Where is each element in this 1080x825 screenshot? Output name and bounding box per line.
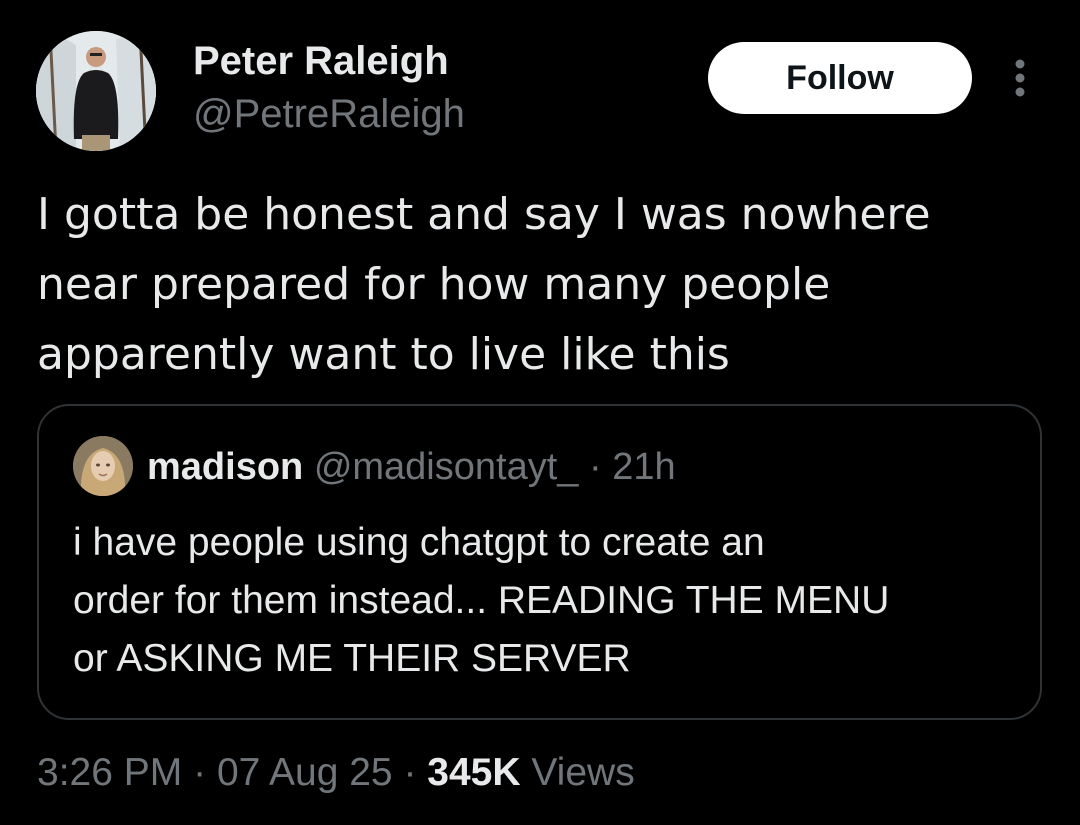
quote-text: i have people using chatgpt to create an… xyxy=(73,514,889,688)
meta-separator: · xyxy=(193,751,207,794)
author-name[interactable]: Peter Raleigh xyxy=(193,38,449,84)
tweet-time[interactable]: 3:26 PM xyxy=(37,751,182,794)
tweet-text: I gotta be honest and say I was nowhere … xyxy=(37,180,1047,390)
quote-header: madison @madisontayt_ · 21h xyxy=(147,444,676,490)
views-label: Views xyxy=(531,751,635,794)
quote-text-line: or ASKING ME THEIR SERVER xyxy=(73,637,631,680)
quote-text-line: order for them instead... READING THE ME… xyxy=(73,579,890,622)
quote-timestamp[interactable]: 21h xyxy=(612,446,675,488)
follow-button[interactable]: Follow xyxy=(708,42,972,114)
views-count: 345K xyxy=(427,751,521,794)
quote-text-line: i have people using chatgpt to create an xyxy=(73,521,765,564)
meta-separator: · xyxy=(403,751,417,794)
quote-author-avatar[interactable] xyxy=(73,436,133,496)
tweet-text-line: apparently want to live like this xyxy=(37,329,730,380)
author-avatar-photo xyxy=(36,31,156,151)
quote-author-handle[interactable]: @madisontayt_ xyxy=(314,446,579,488)
quote-avatar-photo xyxy=(73,436,133,496)
author-handle[interactable]: @PetreRaleigh xyxy=(193,91,465,137)
quote-separator: · xyxy=(588,446,602,488)
more-vertical-icon xyxy=(1015,59,1025,97)
quoted-tweet-card[interactable]: madison @madisontayt_ · 21h i have peopl… xyxy=(37,404,1042,720)
tweet-text-line: I gotta be honest and say I was nowhere xyxy=(37,189,931,240)
author-avatar[interactable] xyxy=(36,31,156,151)
more-options-button[interactable] xyxy=(1004,56,1036,100)
quote-author-name[interactable]: madison xyxy=(147,446,303,488)
tweet-date[interactable]: 07 Aug 25 xyxy=(217,751,393,794)
tweet-meta: 3:26 PM · 07 Aug 25 · 345K Views xyxy=(37,748,635,798)
tweet-text-line: near prepared for how many people xyxy=(37,259,831,310)
